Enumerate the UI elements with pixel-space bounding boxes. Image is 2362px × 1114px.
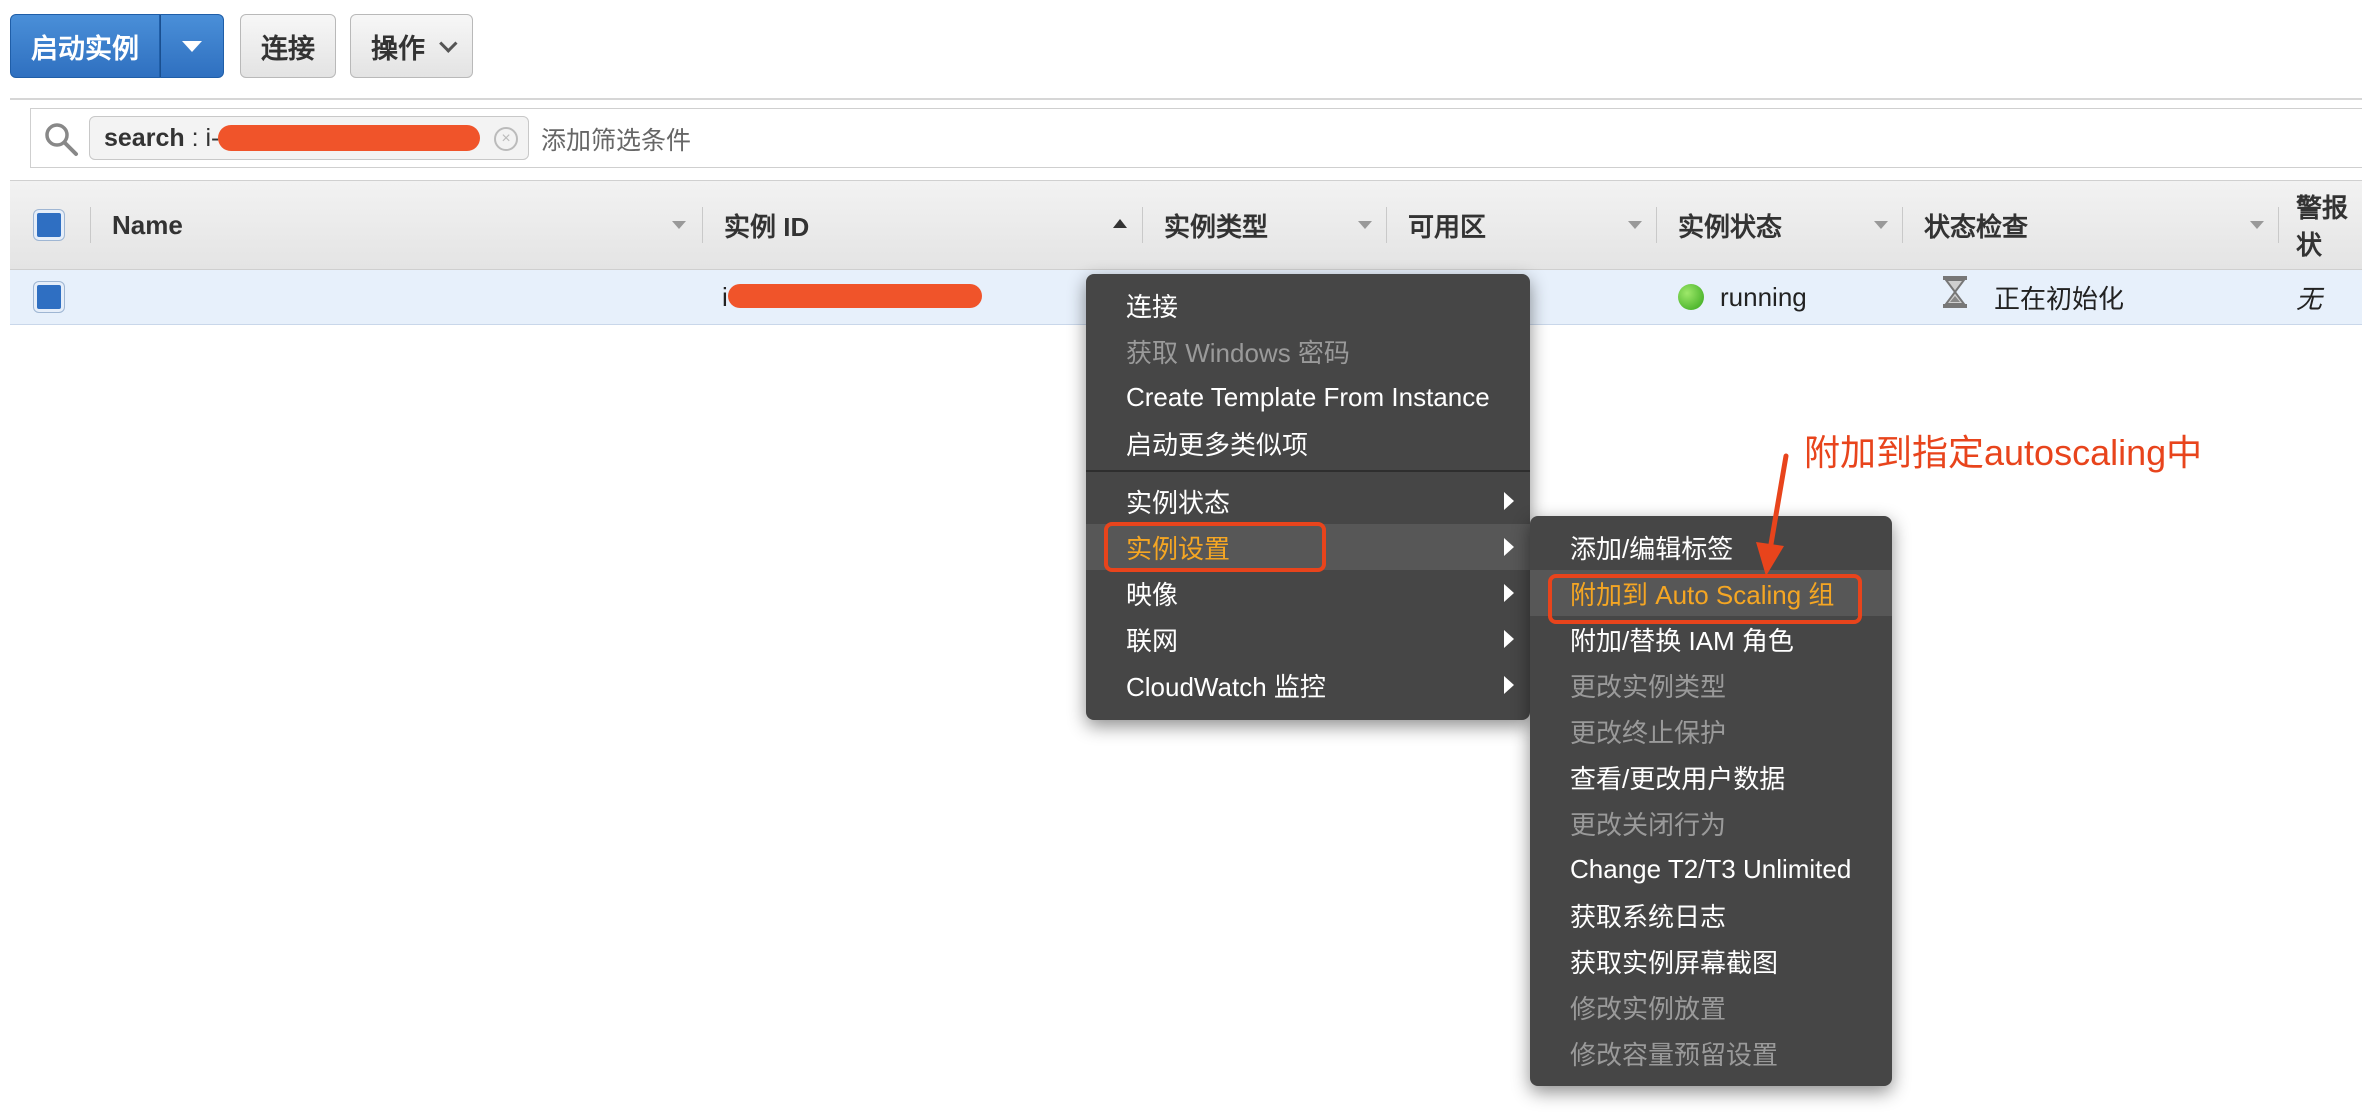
column-divider (90, 207, 91, 243)
search-bar[interactable]: search : i- × 添加筛选条件 (30, 108, 2362, 168)
sort-icon[interactable] (2250, 221, 2264, 229)
chevron-right-icon (1504, 676, 1514, 694)
row-checkbox[interactable] (34, 282, 64, 312)
connect-button-label: 连接 (261, 33, 315, 64)
toolbar-divider (10, 98, 2362, 100)
column-header-status-checks[interactable]: 状态检查 (1924, 181, 2028, 269)
column-divider (1902, 207, 1903, 243)
instance-context-menu: 连接 获取 Windows 密码 Create Template From In… (1086, 274, 1530, 720)
chevron-right-icon (1504, 492, 1514, 510)
sort-icon[interactable] (1628, 221, 1642, 229)
chevron-right-icon (1504, 630, 1514, 648)
running-status-icon (1678, 284, 1704, 310)
menu-item-add-edit-tags[interactable]: 添加/编辑标签 (1530, 524, 1892, 570)
annotation-highlight-auto-scaling (1548, 574, 1862, 624)
column-header-alarm-status[interactable]: 警报状 (2296, 181, 2362, 269)
menu-item-change-shutdown-behavior: 更改关闭行为 (1570, 809, 1727, 840)
instances-table-header: Name 实例 ID 实例类型 可用区 实例状态 状态检查 警报状 (10, 180, 2362, 270)
cell-instance-state: running (1678, 270, 1807, 324)
hourglass-icon (1943, 276, 1967, 308)
launch-options-dropdown[interactable] (160, 14, 224, 78)
sort-icon[interactable] (1358, 221, 1372, 229)
search-filter-chip[interactable]: search : i- × (89, 116, 529, 160)
menu-item-change-termination-protection: 更改终止保护 (1570, 717, 1727, 748)
add-filter-placeholder[interactable]: 添加筛选条件 (541, 121, 691, 157)
menu-item-instance-state[interactable]: 实例状态 (1086, 478, 1530, 524)
menu-item-image[interactable]: 映像 (1086, 570, 1530, 616)
redaction-mark (218, 125, 480, 151)
launch-instance-button[interactable]: 启动实例 (10, 14, 160, 78)
cell-status-checks: 正在初始化 (1940, 270, 2124, 324)
column-header-name[interactable]: Name (112, 181, 183, 269)
menu-item-create-template[interactable]: Create Template From Instance (1086, 374, 1530, 420)
connect-button[interactable]: 连接 (240, 14, 336, 78)
menu-item-change-t2-t3-unlimited[interactable]: Change T2/T3 Unlimited (1530, 846, 1892, 892)
launch-instance-button-group: 启动实例 (10, 14, 224, 78)
menu-item-modify-capacity-reservation: 修改容量预留设置 (1570, 1039, 1779, 1070)
menu-item-networking[interactable]: 联网 (1086, 616, 1530, 662)
menu-item-launch-more-like-this[interactable]: 启动更多类似项 (1086, 420, 1530, 466)
annotation-highlight-instance-settings (1104, 522, 1326, 572)
menu-item-get-windows-password: 获取 Windows 密码 (1126, 337, 1350, 368)
redaction-mark (728, 284, 982, 308)
column-divider (1386, 207, 1387, 243)
chevron-right-icon (1504, 584, 1514, 602)
column-header-availability-zone[interactable]: 可用区 (1408, 181, 1486, 269)
filter-chip-separator: : (184, 123, 206, 152)
menu-divider (1086, 470, 1530, 472)
column-divider (702, 207, 703, 243)
select-all-checkbox[interactable] (34, 210, 64, 240)
annotation-label: 附加到指定autoscaling中 (1804, 432, 2203, 473)
actions-button[interactable]: 操作 (350, 14, 473, 78)
column-divider (1656, 207, 1657, 243)
chevron-down-icon (439, 33, 458, 53)
close-icon[interactable]: × (494, 127, 518, 151)
column-header-instance-id[interactable]: 实例 ID (724, 181, 809, 269)
sort-icon[interactable] (672, 221, 686, 229)
menu-item-connect[interactable]: 连接 (1086, 282, 1530, 328)
filter-chip-key: search (104, 123, 185, 152)
menu-item-change-instance-type: 更改实例类型 (1570, 671, 1727, 702)
menu-item-modify-instance-placement: 修改实例放置 (1570, 993, 1727, 1024)
menu-item-get-instance-screenshot[interactable]: 获取实例屏幕截图 (1530, 938, 1892, 984)
column-divider (2278, 207, 2279, 243)
annotation-arrow-icon (1756, 453, 1789, 576)
column-header-instance-state[interactable]: 实例状态 (1678, 181, 1782, 269)
actions-button-label: 操作 (371, 33, 425, 64)
sort-ascending-icon[interactable] (1113, 219, 1127, 228)
menu-item-get-system-log[interactable]: 获取系统日志 (1530, 892, 1892, 938)
menu-item-cloudwatch-monitoring[interactable]: CloudWatch 监控 (1086, 662, 1530, 708)
column-header-instance-type[interactable]: 实例类型 (1164, 181, 1268, 269)
chevron-down-icon (182, 40, 202, 52)
search-icon (45, 123, 78, 156)
sort-icon[interactable] (1874, 221, 1888, 229)
column-divider (1142, 207, 1143, 243)
chevron-right-icon (1504, 538, 1514, 556)
cell-alarm-status: 无 (2296, 283, 2323, 314)
menu-item-view-change-user-data[interactable]: 查看/更改用户数据 (1530, 754, 1892, 800)
